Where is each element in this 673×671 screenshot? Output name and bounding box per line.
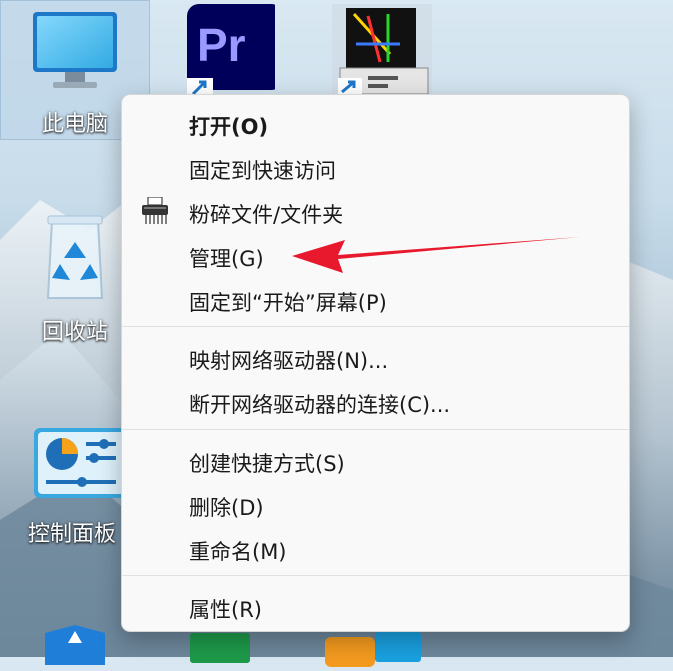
recycle-bin-icon: [46, 215, 104, 299]
menu-item-label: 创建快捷方式(S): [189, 452, 345, 476]
menu-item-label: 删除(D): [189, 496, 264, 520]
program-window-icon: [332, 4, 432, 95]
shield-icon: [45, 625, 105, 665]
desktop-icon-this-pc[interactable]: 此电脑: [15, 8, 135, 138]
menu-item-map-network-drive[interactable]: 映射网络驱动器(N)...: [122, 337, 629, 377]
desktop-icon-label: 控制面板: [27, 522, 116, 547]
context-menu: 打开(O) 固定到快速访问 粉碎文件/文件夹 管理(G) 固定到“开始”屏幕(P…: [121, 94, 630, 632]
menu-item-properties[interactable]: 属性(R): [122, 586, 629, 626]
menu-item-label: 重命名(M): [189, 540, 287, 564]
menu-item-rename[interactable]: 重命名(M): [122, 528, 629, 568]
menu-item-label: 固定到快速访问: [189, 159, 336, 183]
computer-icon: [33, 12, 117, 88]
desktop-icon-security[interactable]: [15, 625, 135, 671]
shredder-icon: [140, 196, 170, 225]
menu-item-shred[interactable]: 粉碎文件/文件夹: [122, 191, 629, 231]
premiere-pro-badge: Pr: [197, 19, 246, 71]
menu-item-pin-quick-access[interactable]: 固定到快速访问: [122, 147, 629, 187]
menu-item-open[interactable]: 打开(O): [122, 103, 629, 143]
menu-separator: [122, 575, 629, 576]
menu-item-label: 固定到“开始”屏幕(P): [189, 291, 387, 315]
menu-item-label: 映射网络驱动器(N)...: [189, 349, 389, 373]
menu-item-label: 属性(R): [189, 598, 262, 622]
menu-item-label: 断开网络驱动器的连接(C)...: [189, 393, 451, 417]
desktop-icon-control-panel[interactable]: 控制面板: [12, 428, 132, 548]
menu-item-disconnect-network-drive[interactable]: 断开网络驱动器的连接(C)...: [122, 381, 629, 421]
desktop-icon-label: 此电脑: [41, 112, 108, 137]
menu-separator: [122, 429, 629, 430]
desktop-icon-recycle-bin[interactable]: 回收站: [15, 212, 135, 346]
menu-item-create-shortcut[interactable]: 创建快捷方式(S): [122, 440, 629, 480]
partial-app-icon-orange: [325, 637, 375, 667]
desktop-icon-premiere-pro[interactable]: Pr: [165, 4, 285, 100]
menu-item-manage[interactable]: 管理(G): [122, 235, 629, 275]
desktop-icon-program[interactable]: [320, 4, 440, 100]
menu-item-pin-start[interactable]: 固定到“开始”屏幕(P): [122, 279, 629, 319]
menu-separator: [122, 326, 629, 327]
partial-app-icon-green: [190, 633, 250, 663]
control-panel-icon: [34, 428, 128, 498]
menu-item-label: 打开(O): [189, 115, 269, 139]
menu-item-label: 粉碎文件/文件夹: [189, 203, 344, 227]
partial-app-icon-blue: [375, 632, 421, 662]
menu-item-delete[interactable]: 删除(D): [122, 484, 629, 524]
menu-item-label: 管理(G): [189, 247, 264, 271]
desktop-icon-label: 回收站: [41, 320, 108, 345]
